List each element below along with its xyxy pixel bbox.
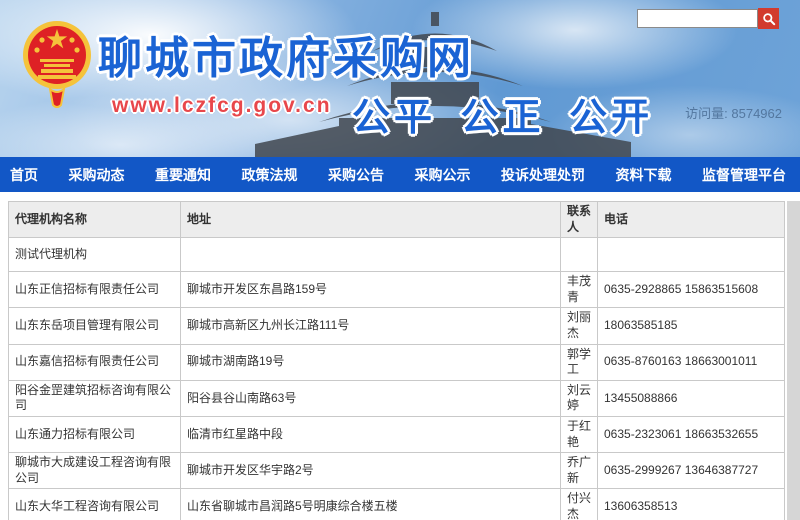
cell-phone: 0635-2999267 13646387727 bbox=[598, 453, 785, 489]
nav-item-1[interactable]: 首页 bbox=[10, 165, 38, 185]
search-icon bbox=[761, 11, 777, 27]
nav-item-2[interactable]: 采购动态 bbox=[69, 165, 125, 185]
cell-name: 山东嘉信招标有限责任公司 bbox=[9, 344, 181, 380]
column-header: 地址 bbox=[181, 202, 561, 238]
page-right-gutter bbox=[787, 201, 800, 520]
cell-name: 山东大华工程咨询有限公司 bbox=[9, 489, 181, 520]
cell-name: 测试代理机构 bbox=[9, 238, 181, 272]
column-header: 联系人 bbox=[561, 202, 598, 238]
site-banner: 聊城市政府采购网 www.lczfcg.gov.cn 公平 公正 公开 访问量:… bbox=[0, 0, 800, 157]
visit-counter-label: 访问量: bbox=[685, 106, 728, 121]
visit-counter: 访问量: 8574962 bbox=[685, 103, 782, 122]
cell-address: 聊城市开发区东昌路159号 bbox=[181, 272, 561, 308]
cell-contact: 刘云婷 bbox=[561, 380, 598, 416]
nav-item-9[interactable]: 监督管理平台 bbox=[702, 165, 786, 185]
cell-name: 聊城市大成建设工程咨询有限公司 bbox=[9, 453, 181, 489]
column-header: 代理机构名称 bbox=[9, 202, 181, 238]
cell-contact: 付兴杰 bbox=[561, 489, 598, 520]
column-header: 电话 bbox=[598, 202, 785, 238]
cell-phone: 13606358513 bbox=[598, 489, 785, 520]
nav-item-7[interactable]: 投诉处理处罚 bbox=[501, 165, 585, 185]
cell-contact bbox=[561, 238, 598, 272]
cell-phone: 0635-2323061 18663532655 bbox=[598, 416, 785, 452]
table-row: 聊城市大成建设工程咨询有限公司聊城市开发区华宇路2号乔广新0635-299926… bbox=[9, 453, 785, 489]
table-row: 测试代理机构 bbox=[9, 238, 785, 272]
cell-contact: 郭学工 bbox=[561, 344, 598, 380]
site-slogan: 公平 公正 公开 bbox=[352, 86, 653, 141]
cell-phone: 13455088866 bbox=[598, 380, 785, 416]
content-area: 代理机构名称地址联系人电话 测试代理机构山东正信招标有限责任公司聊城市开发区东昌… bbox=[0, 201, 800, 520]
visit-counter-value: 8574962 bbox=[731, 106, 782, 121]
cell-name: 山东正信招标有限责任公司 bbox=[9, 272, 181, 308]
nav-item-4[interactable]: 政策法规 bbox=[242, 165, 298, 185]
cell-address: 聊城市高新区九州长江路111号 bbox=[181, 308, 561, 344]
table-row: 山东通力招标有限公司临清市红星路中段于红艳0635-2323061 186635… bbox=[9, 416, 785, 452]
cell-address: 阳谷县谷山南路63号 bbox=[181, 380, 561, 416]
cell-contact: 于红艳 bbox=[561, 416, 598, 452]
cell-address: 临清市红星路中段 bbox=[181, 416, 561, 452]
cell-address: 聊城市湖南路19号 bbox=[181, 344, 561, 380]
cell-phone: 0635-2928865 15863515608 bbox=[598, 272, 785, 308]
cell-address: 山东省聊城市昌润路5号明康综合楼五楼 bbox=[181, 489, 561, 520]
site-title: 聊城市政府采购网 bbox=[98, 22, 518, 86]
cell-address bbox=[181, 238, 561, 272]
cell-contact: 丰茂青 bbox=[561, 272, 598, 308]
agency-table: 代理机构名称地址联系人电话 测试代理机构山东正信招标有限责任公司聊城市开发区东昌… bbox=[8, 201, 785, 520]
cell-phone bbox=[598, 238, 785, 272]
site-url: www.lczfcg.gov.cn bbox=[112, 94, 332, 118]
nav-item-3[interactable]: 重要通知 bbox=[155, 165, 211, 185]
nav-item-6[interactable]: 采购公示 bbox=[415, 165, 471, 185]
cell-contact: 刘丽杰 bbox=[561, 308, 598, 344]
search-input[interactable] bbox=[637, 9, 758, 28]
cell-phone: 0635-8760163 18663001011 bbox=[598, 344, 785, 380]
cell-name: 山东东岳项目管理有限公司 bbox=[9, 308, 181, 344]
table-header-row: 代理机构名称地址联系人电话 bbox=[9, 202, 785, 238]
cell-name: 山东通力招标有限公司 bbox=[9, 416, 181, 452]
table-row: 山东嘉信招标有限责任公司聊城市湖南路19号郭学工0635-8760163 186… bbox=[9, 344, 785, 380]
cell-phone: 18063585185 bbox=[598, 308, 785, 344]
nav-item-8[interactable]: 资料下载 bbox=[616, 165, 672, 185]
cell-contact: 乔广新 bbox=[561, 453, 598, 489]
main-nav: 首页 采购动态 重要通知 政策法规 采购公告 采购公示 投诉处理处罚 资料下载 监督管理平台 bbox=[0, 157, 800, 192]
table-row: 山东东岳项目管理有限公司聊城市高新区九州长江路111号刘丽杰1806358518… bbox=[9, 308, 785, 344]
search-button[interactable] bbox=[758, 8, 779, 29]
table-row: 山东大华工程咨询有限公司山东省聊城市昌润路5号明康综合楼五楼付兴杰1360635… bbox=[9, 489, 785, 520]
cell-name: 阳谷金罡建筑招标咨询有限公司 bbox=[9, 380, 181, 416]
table-body: 测试代理机构山东正信招标有限责任公司聊城市开发区东昌路159号丰茂青0635-2… bbox=[9, 238, 785, 520]
nav-item-5[interactable]: 采购公告 bbox=[328, 165, 384, 185]
table-row: 山东正信招标有限责任公司聊城市开发区东昌路159号丰茂青0635-2928865… bbox=[9, 272, 785, 308]
search-box bbox=[637, 8, 779, 29]
cell-address: 聊城市开发区华宇路2号 bbox=[181, 453, 561, 489]
table-row: 阳谷金罡建筑招标咨询有限公司阳谷县谷山南路63号刘云婷13455088866 bbox=[9, 380, 785, 416]
national-emblem-logo bbox=[20, 13, 94, 111]
